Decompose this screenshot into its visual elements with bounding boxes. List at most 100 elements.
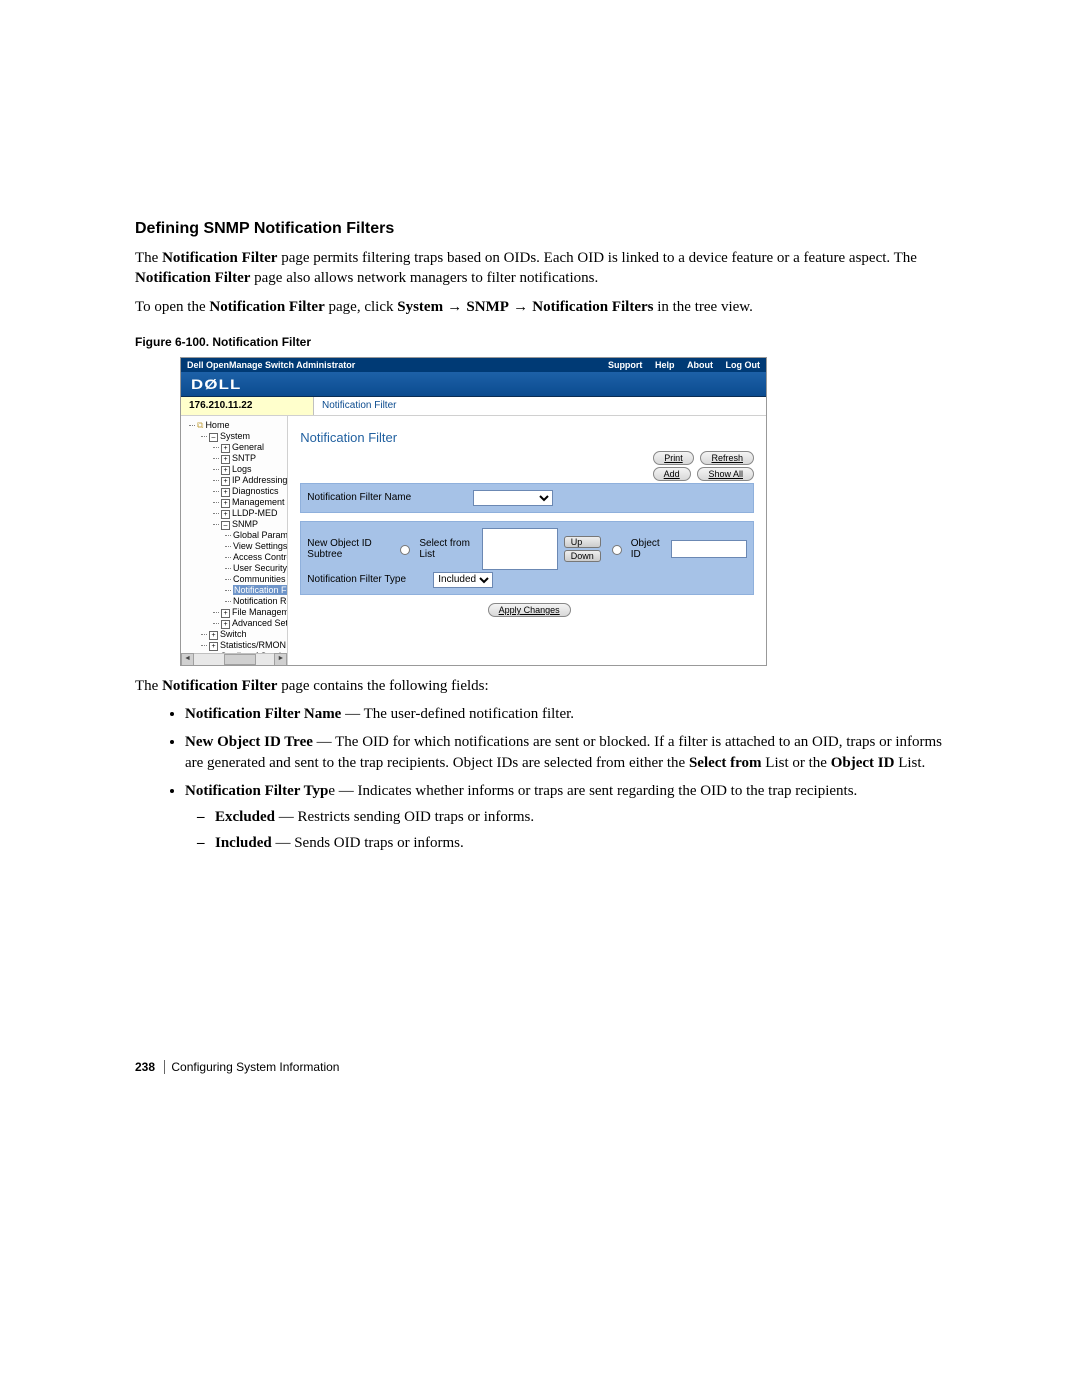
tree-file-mgmt[interactable]: +File Management	[221, 607, 287, 618]
select-from-list-label: Select from List	[419, 538, 476, 560]
refresh-button[interactable]: Refresh	[700, 451, 754, 465]
t: Home	[205, 420, 229, 430]
expand-icon[interactable]: +	[221, 609, 230, 618]
scroll-left-icon[interactable]: ◄	[181, 653, 194, 665]
t: View Settings	[233, 541, 287, 551]
tree-switch[interactable]: +Switch	[209, 629, 287, 640]
t: SNMP	[466, 299, 509, 315]
tree-usm[interactable]: User Security Model	[233, 563, 287, 574]
expand-icon[interactable]: +	[221, 477, 230, 486]
collapse-icon[interactable]: –	[221, 521, 230, 530]
object-id-radio[interactable]	[612, 545, 622, 555]
t: General	[232, 442, 264, 452]
t: LLDP-MED	[232, 508, 278, 518]
about-link[interactable]: About	[687, 360, 713, 370]
tree-global-params[interactable]: Global Parameters	[233, 530, 287, 541]
t: page permits filtering traps based on OI…	[277, 250, 916, 266]
t: File Management	[232, 607, 288, 617]
tree-general[interactable]: +General	[221, 442, 287, 453]
t: Notification Filter	[162, 250, 277, 266]
filter-type-select[interactable]: Included	[433, 572, 493, 588]
t: in the tree view.	[653, 299, 752, 315]
tree-logs[interactable]: +Logs	[221, 464, 287, 475]
tree-mgmt-security[interactable]: +Management Security	[221, 497, 287, 508]
t: User Security Model	[233, 563, 288, 573]
tree-view-settings[interactable]: View Settings	[233, 541, 287, 552]
t: List or the	[762, 755, 831, 771]
t: click	[364, 299, 397, 315]
t: Logs	[232, 464, 252, 474]
expand-icon[interactable]: +	[221, 488, 230, 497]
expand-icon[interactable]: +	[221, 455, 230, 464]
object-id-input[interactable]	[671, 540, 747, 558]
subfield-excluded: Excluded — Restricts sending OID traps o…	[215, 807, 945, 827]
t: System	[397, 299, 443, 315]
tree-system[interactable]: –System +General +SNTP +Logs +IP Address…	[209, 431, 287, 629]
t: — Restricts sending OID traps or informs…	[275, 809, 534, 825]
tree-notification-filter[interactable]: Notification Filter	[233, 585, 287, 596]
tree-advanced[interactable]: +Advanced Settings	[221, 618, 287, 629]
expand-icon[interactable]: +	[221, 444, 230, 453]
down-button[interactable]: Down	[564, 550, 601, 562]
tree-communities[interactable]: Communities	[233, 574, 287, 585]
scroll-right-icon[interactable]: ►	[274, 653, 287, 665]
breadcrumb: Notification Filter	[314, 397, 766, 415]
support-link[interactable]: Support	[608, 360, 643, 370]
expand-icon[interactable]: +	[221, 620, 230, 629]
field-filter-type: Notification Filter Type — Indicates whe…	[185, 781, 945, 854]
topbar-links: Support Help About Log Out	[598, 360, 760, 370]
app-title: Dell OpenManage Switch Administrator	[187, 360, 598, 370]
t: Notification Filter Name	[185, 706, 341, 722]
tree-diagnostics[interactable]: +Diagnostics	[221, 486, 287, 497]
up-button[interactable]: Up	[564, 536, 601, 548]
page-number: 238	[135, 1060, 155, 1074]
t: SNTP	[232, 453, 256, 463]
field-new-oid: New Object ID Tree — The OID for which n…	[185, 732, 945, 773]
showall-button[interactable]: Show All	[697, 467, 754, 481]
tree-home[interactable]: ⧉Home –System +General +SNTP +Logs +IP A…	[197, 420, 287, 662]
t: Notification Filter	[209, 299, 324, 315]
breadcrumb-bar: 176.210.11.22 Notification Filter	[181, 397, 766, 416]
t: System	[220, 431, 250, 441]
print-button[interactable]: Print	[653, 451, 694, 465]
scroll-thumb[interactable]	[224, 654, 256, 665]
expand-icon[interactable]: +	[209, 631, 218, 640]
expand-icon[interactable]: +	[221, 510, 230, 519]
t: Select from	[689, 755, 762, 771]
tree-snmp[interactable]: –SNMP Global Parameters View Settings Ac…	[221, 519, 287, 607]
t: Notification Filter Typ	[185, 783, 328, 799]
expand-icon[interactable]: +	[209, 642, 218, 651]
scroll-track[interactable]	[194, 654, 274, 665]
action-buttons-2: Add Show All	[300, 467, 754, 481]
t: Object ID	[831, 755, 895, 771]
tree-sntp[interactable]: +SNTP	[221, 453, 287, 464]
help-link[interactable]: Help	[655, 360, 675, 370]
footer-section: Configuring System Information	[171, 1060, 339, 1074]
action-buttons: Print Refresh	[300, 451, 754, 465]
filter-name-select[interactable]	[473, 490, 553, 506]
add-button[interactable]: Add	[653, 467, 691, 481]
field-list: Notification Filter Name — The user-defi…	[135, 704, 945, 854]
select-from-list-radio[interactable]	[400, 545, 410, 555]
tree-lldp[interactable]: +LLDP-MED	[221, 508, 287, 519]
apply-row: Apply Changes	[300, 603, 754, 617]
t: Notification Filter	[162, 678, 277, 694]
field-filter-name: Notification Filter Name — The user-defi…	[185, 704, 945, 724]
tree-ip[interactable]: +IP Addressing	[221, 475, 287, 486]
dell-logo: DØLL	[191, 376, 242, 392]
tree-stats[interactable]: +Statistics/RMON	[209, 640, 287, 651]
logout-link[interactable]: Log Out	[726, 360, 761, 370]
t: List.	[894, 755, 925, 771]
expand-icon[interactable]: +	[221, 466, 230, 475]
t: Notification Filter	[135, 270, 250, 286]
apply-changes-button[interactable]: Apply Changes	[488, 603, 571, 617]
collapse-icon[interactable]: –	[209, 433, 218, 442]
tree-access-control[interactable]: Access Control	[233, 552, 287, 563]
expand-icon[interactable]: +	[221, 499, 230, 508]
sidebar-scrollbar[interactable]: ◄ ►	[181, 653, 287, 665]
fields-intro: The Notification Filter page contains th…	[135, 676, 945, 696]
newoid-label: New Object ID Subtree	[307, 538, 389, 560]
tree-notification-recipients[interactable]: Notification Recipien	[233, 596, 287, 607]
t: Diagnostics	[232, 486, 279, 496]
oid-listbox[interactable]	[482, 528, 558, 570]
